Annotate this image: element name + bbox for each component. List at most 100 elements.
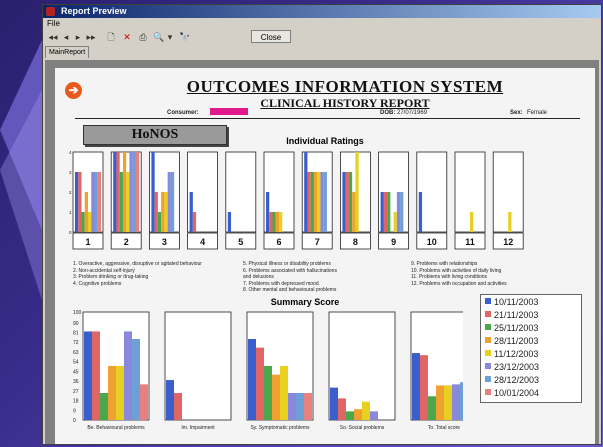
rating-bar [119,172,123,232]
rating-bar [227,212,232,232]
dob-label: DOB: [380,110,396,116]
y-tick-label: 63 [73,350,79,356]
next-page-icon[interactable]: ▸ [73,31,83,43]
find-icon[interactable]: 🔭 [178,31,192,43]
rating-bar [313,172,318,232]
summary-bar [140,384,148,420]
category-label: Im. Impairment [181,425,215,431]
prev-page-icon[interactable]: ◂ [61,31,71,43]
item-legend-col-1: 1. Overactive, aggressive, disruptive or… [73,261,202,287]
zoom-icon[interactable]: 🔍 [153,31,165,43]
first-page-icon[interactable]: ◂◂ [47,31,59,43]
report-page: ➔ OUTCOMES INFORMATION SYSTEM CLINICAL H… [55,68,595,444]
report-title: OUTCOMES INFORMATION SYSTEM [186,77,504,96]
rating-bar [78,172,82,232]
print-icon[interactable]: ⎙ [137,31,149,43]
y-tick-label: 54 [73,360,79,366]
summary-bar [132,339,140,420]
summary-bar [338,398,346,420]
legend-date: 23/12/2003 [494,362,540,372]
y-tick-label: 0 [73,418,76,424]
y-tick-label: 18 [73,399,79,405]
legend-item: 10/01/2004 [485,388,539,399]
legend-swatch [485,337,491,343]
rating-bar [132,152,136,232]
item-number-label: 10 [427,237,437,247]
zoom-dropdown-icon[interactable]: ▾ [166,31,174,43]
legend-date: 21/11/2003 [494,310,539,320]
rating-bar [418,192,423,232]
last-page-icon[interactable]: ▸▸ [85,31,97,43]
rating-bar [91,172,95,232]
rating-bar [383,192,388,232]
item-number-label: 9 [391,237,396,247]
header-divider [75,118,580,119]
rating-bar [387,192,391,232]
item-number-label: 3 [162,237,167,247]
window-title: Report Preview [61,6,127,16]
summary-bar [304,393,312,420]
summary-bar [256,347,264,420]
y-tick-label: 45 [73,369,79,375]
item-number-label: 5 [238,237,243,247]
rating-bar [320,172,324,232]
y-tick-label: 36 [73,379,79,385]
rating-bar [88,212,92,232]
rating-bar [310,172,314,232]
legend-item: 28/12/2003 [485,375,539,386]
item-legend-line: 11. Problems with living conditions [411,274,488,281]
category-label: So. Social problems [340,425,385,431]
arrow-right-icon[interactable]: ➔ [65,82,82,99]
y-tick-label: 27 [73,389,79,395]
y-tick-label: 72 [73,340,79,346]
rating-bar [164,192,168,232]
item-legend-line: 1. Overactive, aggressive, disruptive or… [73,261,202,267]
legend-swatch [485,389,491,395]
tab-mainreport[interactable]: MainReport [45,46,90,58]
summary-score-chart: 0 9 18 27 36 45 54 63 72 81 90 100 Be. Behavioural p… [73,310,463,431]
title-bar[interactable]: Report Preview [43,5,601,18]
rating-bar [151,152,155,232]
rating-bar [380,192,384,232]
item-number-label: 7 [315,237,320,247]
menu-file[interactable]: File [47,19,60,28]
sex-value: Female [527,110,548,116]
item-number-label: 8 [353,237,358,247]
report-viewport[interactable]: ➔ OUTCOMES INFORMATION SYSTEM CLINICAL H… [45,60,599,444]
summary-bar [370,411,378,420]
consumer-label: Consumer: [167,110,199,116]
app-icon [46,7,55,16]
toolbar: ◂◂ ◂ ▸ ▸▸ 🗋 ✕ ⎙ 🔍 ▾ 🔭 Close [43,29,601,46]
summary-bar [346,411,354,420]
close-button[interactable]: Close [251,30,291,43]
new-page-icon[interactable]: 🗋 [105,31,117,43]
rating-bar [154,192,158,232]
report-subtitle: CLINICAL HISTORY REPORT [260,96,430,110]
item-number-label: 6 [276,237,281,247]
rating-bar [272,212,276,232]
rating-bar [170,172,175,232]
item-legend-line: 10. Problems with activities of daily li… [411,267,502,274]
delete-icon[interactable]: ✕ [121,31,133,43]
legend-date: 10/11/2003 [494,297,539,307]
summary-bar [452,384,460,420]
item-legend-col-3: 9. Problems with relationships 10. Probl… [411,261,507,287]
date-legend: 10/11/2003 21/11/2003 25/11/2003 28/11/2003… [480,294,582,403]
rating-bar [307,172,311,232]
rating-bar [342,172,346,232]
summary-bar [460,382,463,420]
summary-bar [174,393,182,420]
rating-bar [508,212,512,232]
rating-bar [355,152,359,232]
summary-bar [330,387,338,420]
y-tick-label: 100 [73,310,82,316]
rating-bar [470,212,474,232]
rating-bar [400,192,404,232]
summary-bar [412,353,420,420]
y-tick-label: 3 [69,170,72,175]
item-legend-line: 8. Other mental and behavioural problems [243,287,337,294]
legend-swatch [485,311,491,317]
category-label: To. Total score [428,425,460,431]
summary-bar [108,366,116,420]
summary-bar [116,366,124,420]
